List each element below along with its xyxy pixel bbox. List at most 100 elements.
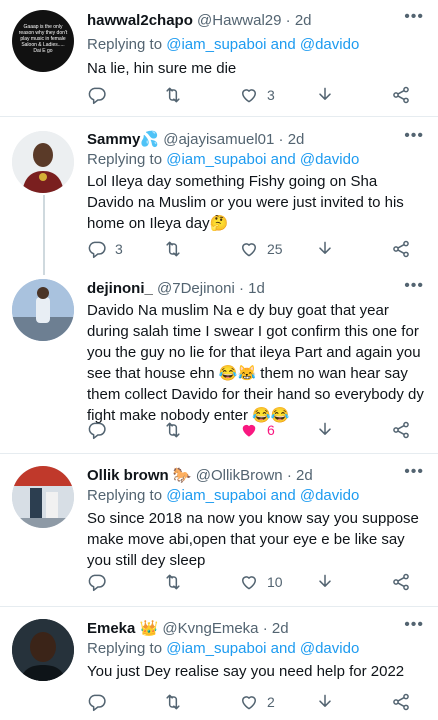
like-count: 10 — [267, 574, 283, 590]
timestamp[interactable]: 1d — [248, 280, 265, 297]
timestamp[interactable]: 2d — [272, 620, 289, 637]
reply-button[interactable] — [87, 417, 115, 443]
download-button[interactable] — [315, 569, 335, 595]
retweet-button[interactable] — [163, 236, 183, 262]
timestamp[interactable]: 2d — [295, 12, 312, 29]
download-button[interactable] — [315, 417, 335, 443]
avatar[interactable] — [12, 279, 74, 341]
avatar-image-text: Gaaap is the only reason why they don't … — [18, 24, 68, 54]
share-button[interactable] — [391, 236, 411, 262]
retweet-button[interactable] — [163, 689, 183, 715]
avatar[interactable] — [12, 619, 74, 681]
user-handle[interactable]: @KvngEmeka — [162, 620, 258, 637]
reply-icon — [87, 572, 107, 592]
share-icon — [391, 692, 411, 712]
display-name[interactable]: Emeka — [87, 620, 135, 637]
avatar[interactable] — [12, 131, 74, 193]
share-icon — [391, 572, 411, 592]
name-emoji: 💦 — [140, 131, 160, 148]
share-button[interactable] — [391, 569, 411, 595]
share-icon — [391, 420, 411, 440]
replying-to-link[interactable]: @iam_supaboi and @davido — [166, 151, 359, 168]
retweet-icon — [163, 239, 183, 259]
like-button[interactable]: 10 — [239, 569, 283, 595]
like-icon-active — [239, 420, 259, 440]
download-button[interactable] — [315, 689, 335, 715]
more-icon[interactable]: ••• — [404, 616, 424, 634]
reply-button[interactable] — [87, 569, 115, 595]
share-icon — [391, 85, 411, 105]
reply-button[interactable] — [87, 689, 115, 715]
avatar-image — [12, 279, 74, 341]
retweet-button[interactable] — [163, 417, 183, 443]
replying-label: Replying to — [87, 36, 163, 53]
retweet-button[interactable] — [163, 569, 183, 595]
share-button[interactable] — [391, 689, 411, 715]
name-emoji: 🐎 — [172, 467, 192, 484]
user-handle[interactable]: @7Dejinoni — [157, 280, 235, 297]
tweet-text: Na lie, hin sure me die — [87, 60, 237, 77]
reply-icon — [87, 420, 107, 440]
timestamp[interactable]: 2d — [288, 131, 305, 148]
tweet-text: So since 2018 na now you know say you su… — [87, 510, 419, 569]
display-name[interactable]: Sammy — [87, 131, 140, 148]
like-count: 3 — [267, 87, 275, 103]
timestamp[interactable]: 2d — [296, 467, 313, 484]
like-icon — [239, 692, 259, 712]
like-count: 2 — [267, 694, 275, 710]
avatar[interactable]: Gaaap is the only reason why they don't … — [12, 10, 74, 72]
reply-count: 3 — [115, 241, 123, 257]
user-handle[interactable]: @Hawwal29 — [197, 12, 281, 29]
display-name[interactable]: dejinoni_ — [87, 280, 153, 297]
like-icon — [239, 572, 259, 592]
share-button[interactable] — [391, 82, 411, 108]
more-icon[interactable]: ••• — [404, 463, 424, 481]
display-name[interactable]: Ollik brown — [87, 467, 169, 484]
download-icon — [315, 692, 335, 712]
download-icon — [315, 85, 335, 105]
avatar[interactable] — [12, 466, 74, 528]
replying-to-link[interactable]: @iam_supaboi and @davido — [166, 487, 359, 504]
reply-icon — [87, 85, 107, 105]
name-emoji: 👑 — [139, 620, 159, 637]
tweet-5[interactable]: Emeka 👑 @KvngEmeka · 2d ••• Replying to … — [0, 607, 438, 720]
like-icon — [239, 239, 259, 259]
like-button[interactable]: 3 — [239, 82, 275, 108]
download-button[interactable] — [315, 82, 335, 108]
reply-button[interactable] — [87, 82, 115, 108]
user-handle[interactable]: @ajayisamuel01 — [163, 131, 274, 148]
tweet-1[interactable]: Gaaap is the only reason why they don't … — [0, 0, 438, 116]
reply-button[interactable]: 3 — [87, 236, 123, 262]
like-count: 25 — [267, 241, 283, 257]
download-icon — [315, 420, 335, 440]
retweet-button[interactable] — [163, 82, 183, 108]
like-icon — [239, 85, 259, 105]
tweet-2[interactable]: Sammy💦 @ajayisamuel01 · 2d ••• Replying … — [0, 117, 438, 275]
download-button[interactable] — [315, 236, 335, 262]
retweet-icon — [163, 572, 183, 592]
replying-to-link[interactable]: @iam_supaboi and @davido — [166, 36, 359, 53]
replying-label: Replying to — [87, 640, 163, 657]
tweet-text: Davido Na muslim Na e dy buy goat that y… — [87, 302, 424, 424]
thread-line — [43, 195, 45, 275]
like-count: 6 — [267, 422, 275, 438]
replying-to-link[interactable]: @iam_supaboi and @davido — [166, 640, 359, 657]
more-icon[interactable]: ••• — [404, 8, 424, 26]
tweet-3[interactable]: dejinoni_ @7Dejinoni · 1d ••• Davido Na … — [0, 275, 438, 453]
share-button[interactable] — [391, 417, 411, 443]
tweet-text: You just Dey realise say you need help f… — [87, 663, 405, 680]
reply-icon — [87, 692, 107, 712]
replying-label: Replying to — [87, 487, 163, 504]
display-name[interactable]: hawwal2chapo — [87, 12, 193, 29]
retweet-icon — [163, 420, 183, 440]
retweet-icon — [163, 692, 183, 712]
more-icon[interactable]: ••• — [404, 277, 424, 295]
download-icon — [315, 572, 335, 592]
like-button[interactable]: 2 — [239, 689, 275, 715]
like-button[interactable]: 6 — [239, 417, 275, 443]
user-handle[interactable]: @OllikBrown — [196, 467, 283, 484]
more-icon[interactable]: ••• — [404, 127, 424, 145]
like-button[interactable]: 25 — [239, 236, 283, 262]
tweet-4[interactable]: Ollik brown 🐎 @OllikBrown · 2d ••• Reply… — [0, 454, 438, 606]
retweet-icon — [163, 85, 183, 105]
